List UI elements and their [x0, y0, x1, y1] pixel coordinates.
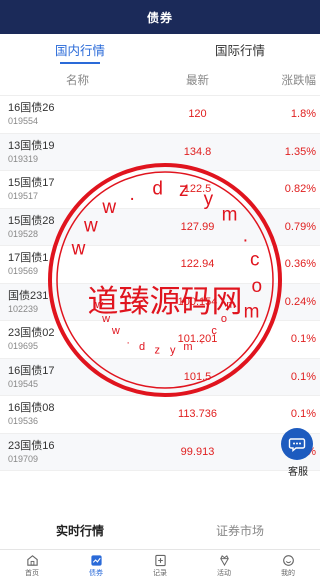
bond-name: 16国债26	[8, 102, 55, 115]
bond-code: 019319	[8, 153, 39, 164]
record-icon	[154, 554, 166, 566]
bond-latest: 134.8	[183, 145, 212, 158]
bond-latest: 113.736	[178, 408, 217, 421]
bond-name: 23国债02	[8, 327, 55, 340]
bond-latest: 127.99	[180, 220, 215, 233]
bond-latest: 122.5	[183, 183, 212, 196]
tab-domestic-market[interactable]: 国内行情	[0, 34, 160, 64]
bond-code: 019517	[8, 191, 39, 202]
bond-name: 17国债1	[8, 252, 49, 265]
bond-latest: 122.94	[180, 258, 215, 271]
bond-name: 15国债28	[8, 214, 55, 227]
bottom-nav: 首页 债券 记录 活动 我的	[0, 549, 320, 581]
profile-icon	[282, 554, 294, 566]
bond-chart-icon	[90, 554, 102, 566]
bond-row[interactable]: 16国债26 019554 120 1.8%	[0, 96, 320, 134]
bond-row[interactable]: 15国债28 019528 127.99 0.79%	[0, 208, 320, 246]
nav-profile[interactable]: 我的	[256, 550, 320, 581]
bond-change: 0.1%	[290, 408, 316, 421]
nav-records-label: 记录	[153, 569, 167, 577]
bond-row[interactable]: 23国债02 019695 101.201 0.1%	[0, 321, 320, 359]
bond-change: 0.1%	[290, 333, 316, 346]
bond-latest: 100.154	[177, 295, 218, 308]
tab-realtime-quotes[interactable]: 实时行情	[0, 511, 160, 549]
bond-name: 15国债17	[8, 177, 55, 190]
bond-change: 0.79%	[284, 220, 316, 233]
bond-change: 1.35%	[284, 145, 316, 158]
bond-row[interactable]: 13国债19 019319 134.8 1.35%	[0, 133, 320, 171]
bond-code: 102239	[8, 303, 39, 314]
column-change[interactable]: 涨跌幅	[240, 72, 320, 88]
bond-latest: 101.5	[183, 370, 212, 383]
bond-change: 0.24%	[284, 295, 316, 308]
nav-bonds[interactable]: 债券	[64, 550, 128, 581]
nav-home[interactable]: 首页	[0, 550, 64, 581]
nav-home-label: 首页	[25, 569, 39, 577]
tab-securities-market[interactable]: 证券市场	[160, 511, 320, 549]
gift-icon	[219, 554, 229, 566]
bond-latest: 120	[188, 108, 207, 121]
column-latest[interactable]: 最新	[155, 72, 240, 88]
bond-code: 019695	[8, 341, 39, 352]
bond-change: 0.36%	[284, 258, 316, 271]
bond-code: 019536	[8, 416, 39, 427]
bond-latest: 101.201	[177, 333, 218, 346]
tab-international-market[interactable]: 国际行情	[160, 34, 320, 64]
bond-name: 16国债08	[8, 402, 55, 415]
column-header: 名称 最新 涨跌幅	[0, 64, 320, 96]
bond-change: 0.1%	[290, 370, 316, 383]
bond-name: 23国债16	[8, 439, 55, 452]
bond-change: 0.82%	[284, 183, 316, 196]
nav-activity[interactable]: 活动	[192, 550, 256, 581]
bond-row[interactable]: 16国债08 019536 113.736 0.1%	[0, 396, 320, 434]
bond-row[interactable]: 15国债17 019517 122.5 0.82%	[0, 171, 320, 209]
bond-change: 1.8%	[290, 108, 316, 121]
market-tabs: 国内行情 国际行情	[0, 34, 320, 64]
column-name: 名称	[66, 74, 89, 87]
bond-name: 16国债17	[8, 364, 55, 377]
bond-name: 13国债19	[8, 139, 55, 152]
bond-code: 019528	[8, 228, 39, 239]
bond-row[interactable]: 23国债16019709 99.913 0.04%	[0, 433, 320, 471]
bond-row[interactable]: 17国债1 019569 122.94 0.36%	[0, 246, 320, 284]
bond-code: 019569	[8, 266, 39, 277]
sub-tabs: 实时行情 证券市场	[0, 511, 320, 549]
nav-records[interactable]: 记录	[128, 550, 192, 581]
bond-code: 019709	[8, 453, 39, 464]
home-icon	[26, 554, 38, 566]
nav-bonds-label: 债券	[89, 569, 103, 577]
page-title: 债券	[146, 10, 173, 25]
nav-profile-label: 我的	[281, 569, 295, 577]
bond-list: 16国债26 019554 120 1.8% 13国债19 019319 134.8…	[0, 96, 320, 471]
bond-code: 019545	[8, 378, 39, 389]
bond-code: 019554	[8, 116, 39, 127]
bond-row[interactable]: 16国债17 019545 101.5 0.1%	[0, 358, 320, 396]
chat-icon	[288, 438, 306, 452]
bond-name: 国债231	[8, 289, 49, 302]
customer-service-label: 客服	[288, 467, 308, 478]
bond-row[interactable]: 国债231 102239 100.154 0.24%	[0, 283, 320, 321]
header-bar: 债券	[0, 0, 320, 34]
nav-activity-label: 活动	[217, 569, 231, 577]
bond-latest: 99.913	[180, 445, 215, 458]
customer-service-button[interactable]	[281, 428, 313, 460]
